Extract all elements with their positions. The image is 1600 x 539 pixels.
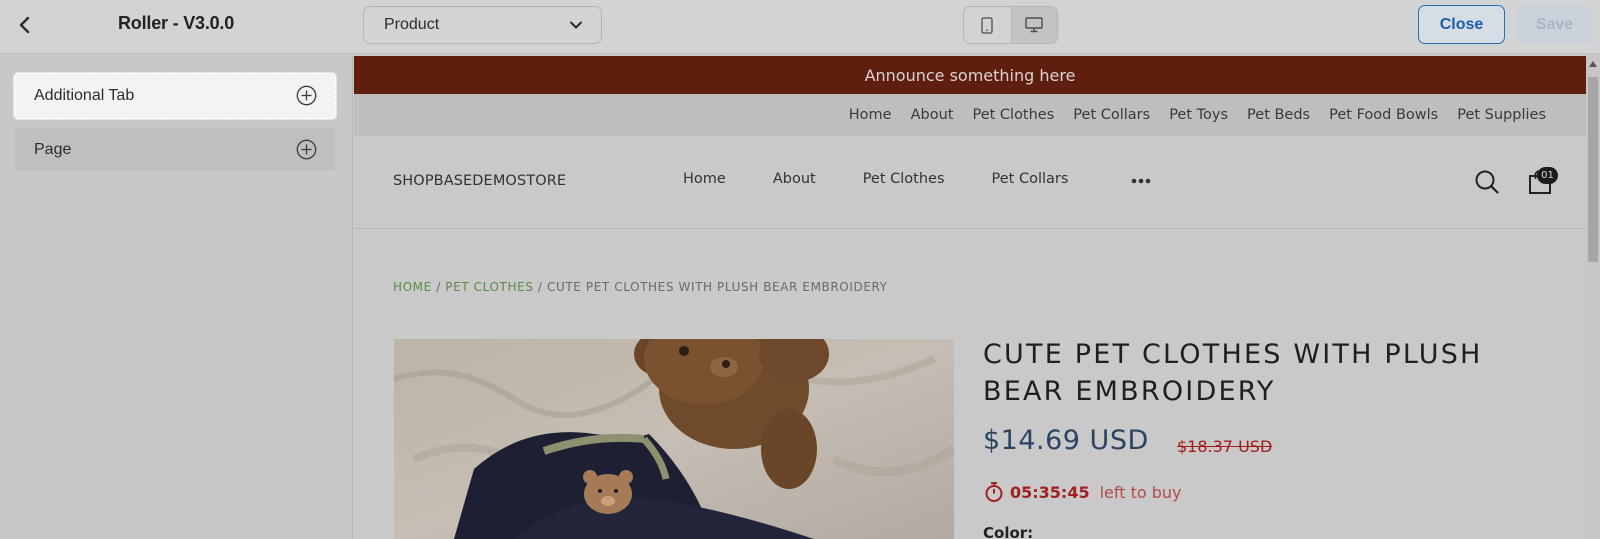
countdown-suffix: left to buy bbox=[1099, 482, 1182, 502]
breadcrumb-home[interactable]: HOME bbox=[393, 280, 432, 294]
countdown-timer: 05:35:45 left to buy bbox=[984, 481, 1182, 503]
device-toggle bbox=[963, 6, 1058, 44]
mobile-view-button[interactable] bbox=[964, 7, 1011, 43]
breadcrumb-separator: / bbox=[533, 280, 547, 294]
add-circle-icon[interactable] bbox=[296, 139, 317, 160]
page-type-value: Product bbox=[384, 16, 440, 33]
top-nav-pet-food-bowls[interactable]: Pet Food Bowls bbox=[1329, 107, 1438, 123]
compare-at-price: $18.37 USD bbox=[1177, 437, 1273, 456]
top-nav-pet-beds[interactable]: Pet Beds bbox=[1247, 107, 1310, 123]
settings-sidebar: Additional Tab Page bbox=[0, 55, 353, 539]
desktop-icon bbox=[1025, 17, 1043, 33]
product-title: CUTE PET CLOTHES WITH PLUSH BEAR EMBROID… bbox=[983, 339, 1483, 407]
back-button[interactable] bbox=[12, 12, 38, 38]
add-circle-icon[interactable] bbox=[296, 85, 317, 106]
search-icon[interactable] bbox=[1474, 169, 1500, 195]
preview-scrollbar[interactable] bbox=[1586, 55, 1600, 539]
breadcrumb: HOME / PET CLOTHES / CUTE PET CLOTHES WI… bbox=[393, 280, 888, 294]
sidebar-item-additional-tab[interactable]: Additional Tab bbox=[13, 72, 337, 120]
product-price: $14.69 USD bbox=[983, 425, 1149, 456]
top-nav-pet-supplies[interactable]: Pet Supplies bbox=[1457, 107, 1546, 123]
editor-topbar: Roller - V3.0.0 Product Close Save bbox=[0, 0, 1600, 54]
more-icon[interactable] bbox=[1130, 171, 1152, 189]
scroll-up-arrow-icon[interactable] bbox=[1589, 61, 1597, 67]
main-nav-about[interactable]: About bbox=[773, 171, 816, 187]
top-nav-pet-collars[interactable]: Pet Collars bbox=[1073, 107, 1150, 123]
announcement-bar: Announce something here bbox=[354, 56, 1586, 94]
sidebar-item-page[interactable]: Page bbox=[15, 128, 335, 171]
top-nav-about[interactable]: About bbox=[911, 107, 954, 123]
chevron-left-icon bbox=[19, 16, 30, 34]
save-button[interactable]: Save bbox=[1516, 5, 1593, 44]
desktop-view-button[interactable] bbox=[1010, 7, 1057, 43]
store-preview: Announce something here Home About Pet C… bbox=[354, 55, 1586, 539]
store-header: SHOPBASEDEMOSTORE Home About Pet Clothes… bbox=[354, 136, 1586, 229]
product-image[interactable] bbox=[394, 339, 954, 539]
breadcrumb-separator: / bbox=[431, 280, 446, 294]
sidebar-item-label: Additional Tab bbox=[34, 87, 135, 104]
breadcrumb-category[interactable]: PET CLOTHES bbox=[445, 280, 533, 294]
sidebar-item-label: Page bbox=[34, 140, 72, 158]
mobile-icon bbox=[981, 16, 993, 34]
main-nav-pet-clothes[interactable]: Pet Clothes bbox=[863, 171, 945, 187]
top-nav-pet-clothes[interactable]: Pet Clothes bbox=[972, 107, 1054, 123]
close-button[interactable]: Close bbox=[1418, 5, 1505, 44]
main-navigation: Home About Pet Clothes Pet Collars bbox=[683, 171, 1068, 187]
color-option-label: Color: bbox=[983, 524, 1034, 539]
page-type-select[interactable]: Product bbox=[363, 6, 602, 44]
cart-count-badge: 01 bbox=[1537, 167, 1558, 184]
main-nav-home[interactable]: Home bbox=[683, 171, 726, 187]
scrollbar-thumb[interactable] bbox=[1588, 77, 1598, 262]
top-nav-pet-toys[interactable]: Pet Toys bbox=[1169, 107, 1228, 123]
countdown-time: 05:35:45 bbox=[1010, 482, 1090, 502]
product-photo bbox=[394, 339, 954, 539]
stopwatch-icon bbox=[985, 482, 1003, 502]
top-navigation: Home About Pet Clothes Pet Collars Pet T… bbox=[354, 94, 1586, 136]
breadcrumb-current: CUTE PET CLOTHES WITH PLUSH BEAR EMBROID… bbox=[546, 280, 888, 294]
chevron-down-icon bbox=[570, 21, 582, 29]
app-title: Roller - V3.0.0 bbox=[118, 13, 235, 33]
main-nav-pet-collars[interactable]: Pet Collars bbox=[992, 171, 1069, 187]
top-nav-home[interactable]: Home bbox=[849, 107, 892, 123]
store-logo[interactable]: SHOPBASEDEMOSTORE bbox=[393, 173, 566, 189]
